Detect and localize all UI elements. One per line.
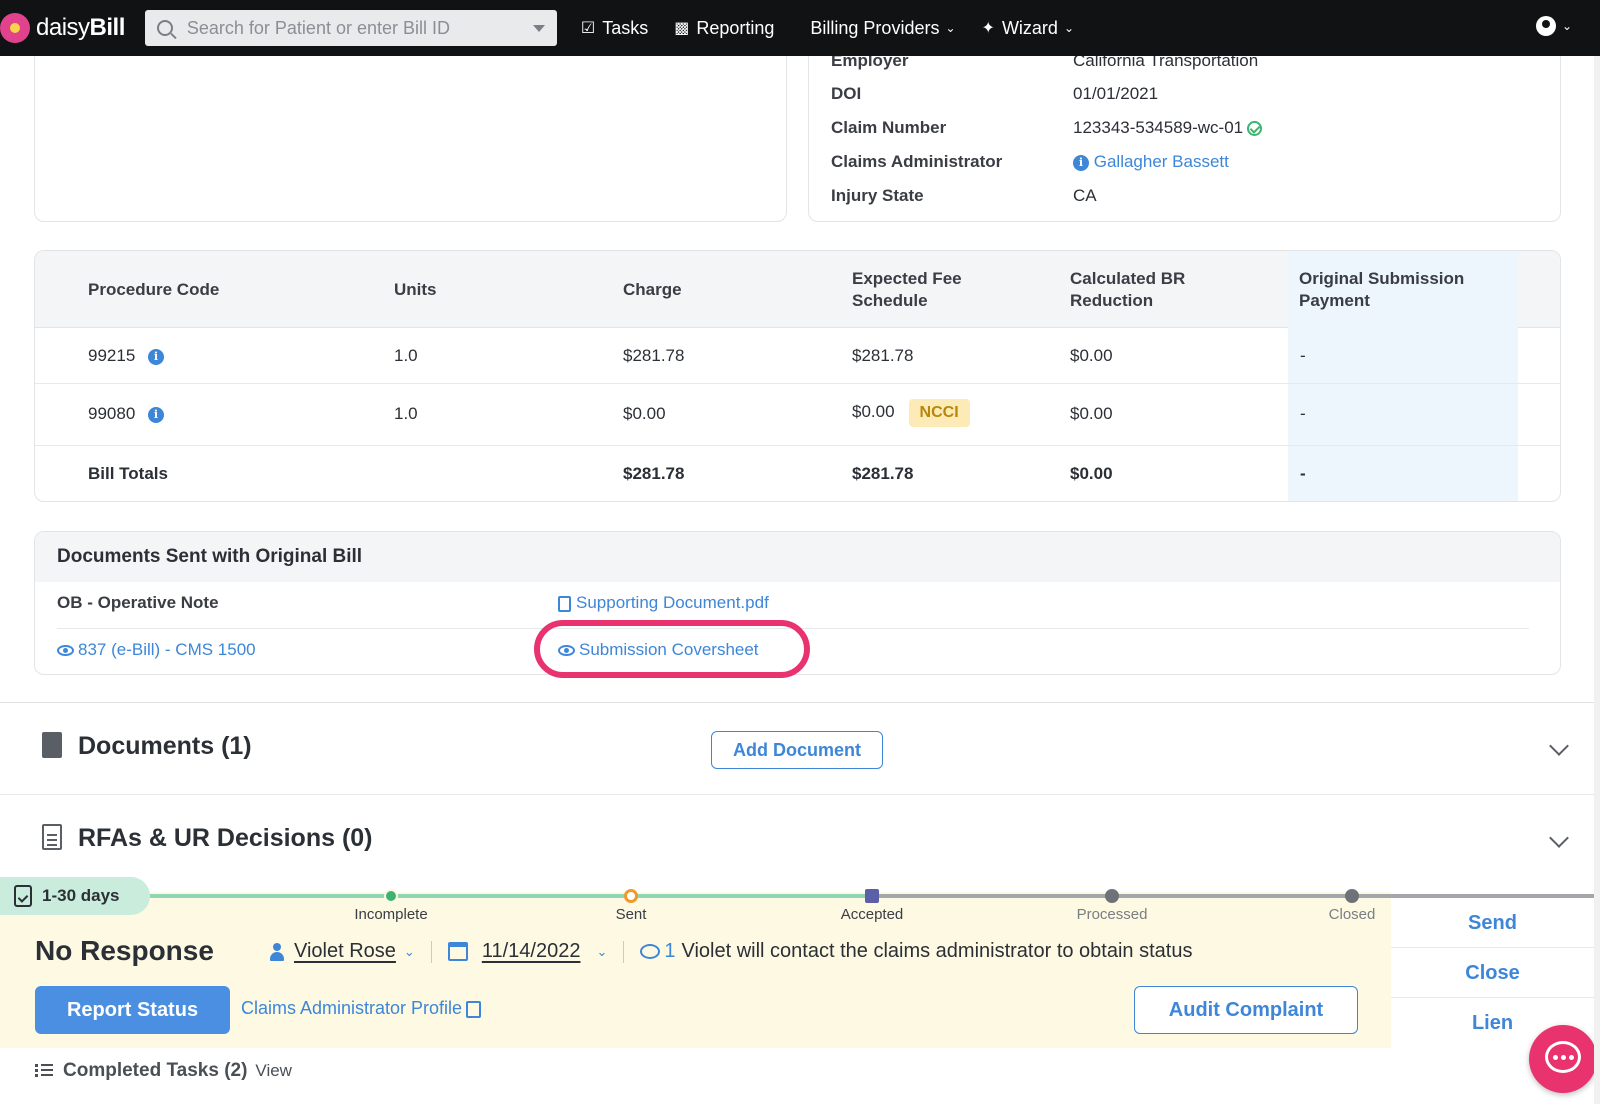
bar-chart-icon: ▩ bbox=[674, 20, 690, 37]
totals-row: Bill Totals $281.78 $281.78 $0.00 - bbox=[88, 464, 1306, 483]
chevron-down-icon[interactable]: ⌄ bbox=[596, 944, 607, 960]
comment-count[interactable]: 1 bbox=[664, 940, 675, 963]
col-original-submission: Original Submission Payment bbox=[1299, 269, 1465, 310]
table-row: 99080 i 1.0 $0.00 $0.00 NCCI $0.00 - bbox=[35, 384, 1560, 446]
chevron-down-icon: ⌄ bbox=[1063, 21, 1075, 35]
nav-billing-providers[interactable]: Billing Providers ⌄ bbox=[810, 18, 955, 39]
nav-tasks[interactable]: ☑ Tasks bbox=[581, 18, 648, 39]
rfas-section[interactable]: RFAs & UR Decisions (0) bbox=[0, 795, 1594, 885]
claims-admin-profile-link[interactable]: Claims Administrator Profile bbox=[241, 998, 482, 1019]
cms1500-link[interactable]: 837 (e-Bill) - CMS 1500 bbox=[57, 640, 256, 660]
status-meta: Violet Rose ⌄ 11/14/2022 ⌄ 1 Violet will… bbox=[270, 940, 1192, 963]
col-charge: Charge bbox=[623, 280, 682, 299]
completed-tasks-view-link[interactable]: View bbox=[255, 1061, 292, 1081]
patient-card bbox=[34, 40, 787, 222]
step-accepted-check-icon bbox=[865, 889, 879, 903]
list-icon bbox=[35, 1064, 53, 1078]
col-expected-fee: Expected Fee Schedule bbox=[852, 269, 962, 310]
step-processed-dot bbox=[1105, 889, 1119, 903]
step-sent-arrow-icon bbox=[624, 889, 638, 903]
step-incomplete-label: Incomplete bbox=[354, 906, 428, 923]
step-processed-label: Processed bbox=[1076, 906, 1148, 923]
table-row: 99215 i 1.0 $281.78 $281.78 $0.00 - bbox=[35, 328, 1560, 384]
close-button[interactable]: Close bbox=[1391, 948, 1594, 998]
procedure-table: Procedure Code Units Charge Expected Fee… bbox=[34, 250, 1561, 502]
status-title: No Response bbox=[35, 935, 214, 966]
due-date-dropdown[interactable]: 11/14/2022 bbox=[482, 940, 581, 963]
magic-wand-icon: ✦ bbox=[981, 20, 995, 37]
completed-tasks: Completed Tasks (2) View bbox=[35, 1060, 292, 1082]
supporting-document-link[interactable]: Supporting Document.pdf bbox=[558, 593, 769, 613]
documents-section[interactable]: Documents (1) Add Document bbox=[0, 703, 1594, 795]
documents-title: Documents (1) bbox=[78, 732, 252, 760]
chevron-down-icon[interactable] bbox=[1549, 828, 1569, 848]
documents-sent-title: Documents Sent with Original Bill bbox=[35, 532, 1560, 582]
nav-wizard[interactable]: ✦ Wizard ⌄ bbox=[982, 18, 1074, 39]
top-nav: daisyBill Search for Patient or enter Bi… bbox=[0, 0, 1600, 56]
chevron-down-icon: ⌄ bbox=[945, 21, 956, 35]
nav-reporting[interactable]: ▩ Reporting bbox=[674, 18, 774, 39]
search-icon bbox=[156, 20, 173, 36]
report-status-button[interactable]: Report Status bbox=[35, 986, 230, 1034]
ncci-badge[interactable]: NCCI bbox=[908, 399, 970, 427]
search-placeholder: Search for Patient or enter Bill ID bbox=[186, 17, 450, 38]
send-button[interactable]: Send bbox=[1391, 898, 1594, 948]
highlight-ring bbox=[534, 620, 810, 678]
col-br-reduction: Calculated BR Reduction bbox=[1070, 269, 1186, 310]
step-closed-label: Closed bbox=[1328, 906, 1376, 923]
info-icon[interactable]: i bbox=[1073, 154, 1089, 171]
pdf-file-icon bbox=[558, 595, 571, 612]
chevron-down-icon: ⌄ bbox=[1561, 19, 1572, 33]
daisy-flower-icon bbox=[0, 13, 30, 43]
operative-note-label: OB - Operative Note bbox=[57, 593, 219, 612]
clipboard-check-icon: ☑ bbox=[580, 20, 596, 37]
chat-support-button[interactable] bbox=[1529, 1025, 1597, 1093]
clipboard-check-icon bbox=[14, 885, 32, 907]
user-icon bbox=[270, 942, 284, 961]
step-sent-label: Sent bbox=[615, 906, 647, 923]
claims-admin-link[interactable]: Gallagher Bassett bbox=[1094, 152, 1229, 171]
step-accepted-label: Accepted bbox=[840, 906, 904, 923]
rfas-title: RFAs & UR Decisions (0) bbox=[78, 824, 373, 852]
chat-bubble-icon bbox=[1545, 1041, 1581, 1073]
info-icon[interactable]: i bbox=[148, 406, 165, 423]
search-dropdown-icon[interactable] bbox=[532, 24, 545, 32]
user-avatar-icon bbox=[1535, 16, 1556, 36]
search-input[interactable]: Search for Patient or enter Bill ID bbox=[144, 10, 557, 46]
id-card-icon bbox=[466, 1000, 482, 1018]
col-procedure-code: Procedure Code bbox=[88, 280, 220, 299]
info-icon[interactable]: i bbox=[148, 348, 165, 365]
timeline-progress bbox=[150, 894, 873, 898]
verified-check-icon bbox=[1247, 121, 1263, 137]
chevron-down-icon[interactable] bbox=[1549, 736, 1569, 756]
audit-complaint-button[interactable]: Audit Complaint bbox=[1134, 986, 1358, 1034]
chevron-down-icon[interactable]: ⌄ bbox=[404, 944, 415, 960]
calendar-icon bbox=[447, 942, 468, 961]
user-menu[interactable]: ⌄ bbox=[1535, 16, 1572, 36]
add-document-button[interactable]: Add Document bbox=[711, 731, 883, 769]
step-incomplete-check-icon bbox=[384, 889, 398, 903]
logo-text: daisyBill bbox=[36, 14, 125, 41]
col-units: Units bbox=[394, 280, 437, 299]
claim-card: Employer California Transportation DOI 0… bbox=[808, 40, 1561, 222]
status-comment: Violet will contact the claims administr… bbox=[681, 940, 1193, 962]
page-scrollbar[interactable] bbox=[1594, 56, 1600, 1104]
claim-number-value: 123343-534589-wc-01 bbox=[1073, 118, 1244, 137]
pdf-document-icon bbox=[42, 732, 62, 758]
step-closed-dot bbox=[1345, 889, 1359, 903]
eye-icon bbox=[57, 645, 74, 657]
daisybill-logo[interactable]: daisyBill bbox=[0, 13, 125, 43]
document-icon bbox=[42, 824, 62, 850]
days-badge: 1-30 days bbox=[0, 877, 150, 915]
comment-icon[interactable] bbox=[640, 944, 661, 959]
assignee-dropdown[interactable]: Violet Rose bbox=[294, 940, 396, 963]
